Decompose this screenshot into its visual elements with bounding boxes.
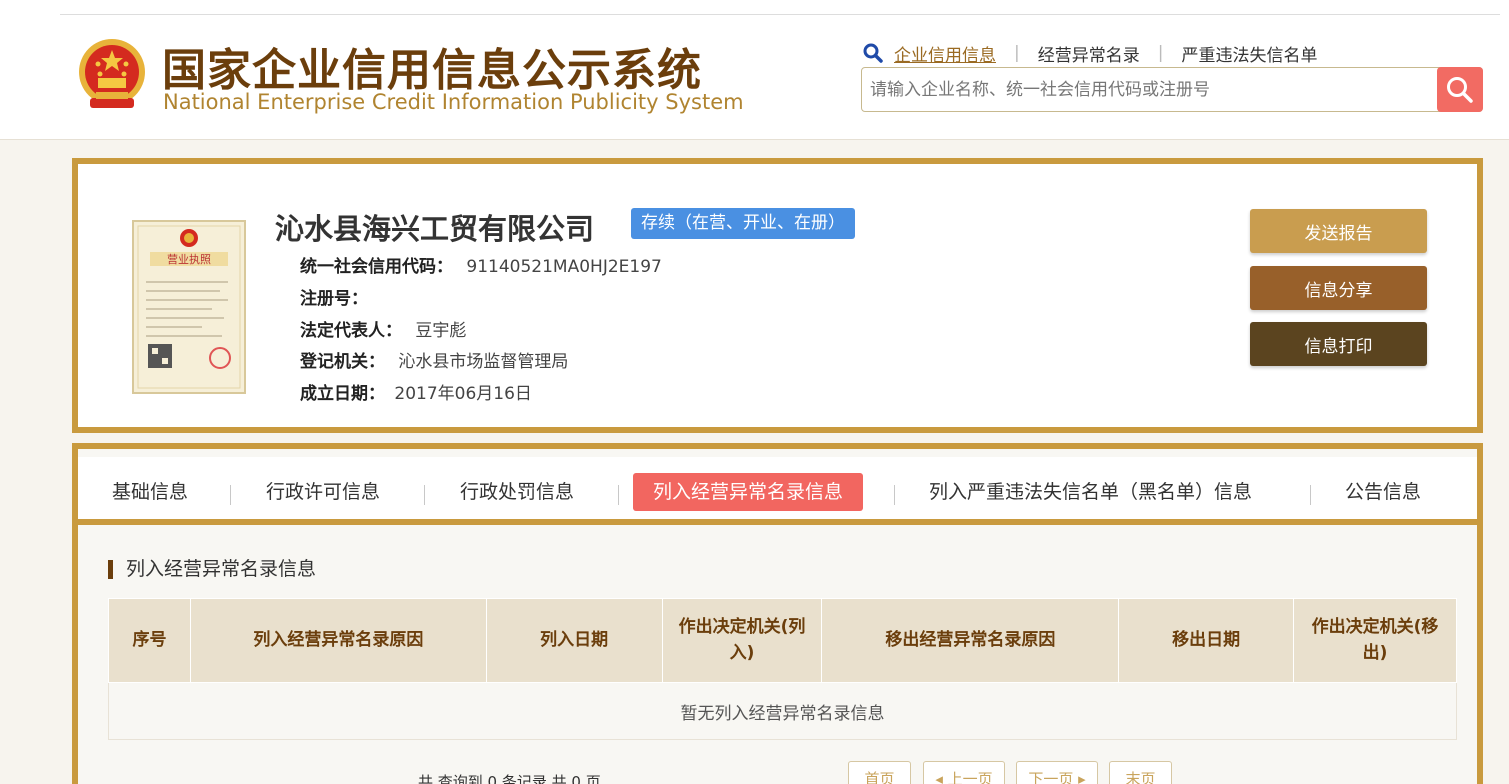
last-page-button[interactable]: 末页: [1109, 761, 1172, 784]
top-divider: [60, 14, 1500, 15]
site-title-cn: 国家企业信用信息公示系统: [162, 45, 702, 96]
nav-separator: |: [1157, 43, 1164, 63]
next-page-button[interactable]: 下一页 ▸: [1016, 761, 1098, 784]
field-value: 豆宇彪: [415, 321, 467, 341]
field-value: 91140521MA0HJ2E197: [466, 257, 662, 277]
info-row-credit-code: 统一社会信用代码： 91140521MA0HJ2E197: [300, 252, 662, 277]
print-info-button[interactable]: 信息打印: [1250, 322, 1427, 366]
nav-separator: |: [1014, 43, 1020, 63]
search-button[interactable]: [1437, 67, 1483, 112]
tab-bar: 基础信息 行政许可信息 行政处罚信息 列入经营异常名录信息 列入严重违法失信名单…: [78, 457, 1477, 525]
search-icon: [863, 43, 883, 63]
search-input[interactable]: [870, 76, 1430, 104]
tab-blacklist[interactable]: 列入严重违法失信名单（黑名单）信息: [929, 473, 1252, 511]
column-header: 作出决定机关(移出): [1293, 598, 1457, 683]
table-row: 暂无列入经营异常名录信息: [108, 682, 1457, 740]
column-header: 序号: [108, 598, 191, 683]
search-box: [861, 67, 1483, 112]
tab-separator: [424, 485, 425, 505]
column-header: 列入日期: [485, 598, 663, 683]
tab-separator: [894, 485, 895, 505]
field-label: 登记机关：: [300, 352, 385, 372]
status-badge: 存续（在营、开业、在册）: [631, 208, 855, 239]
nav-link-abnormal-list[interactable]: 经营异常名录: [1038, 41, 1140, 66]
first-page-button[interactable]: 首页: [848, 761, 911, 784]
tab-basic-info[interactable]: 基础信息: [112, 473, 188, 511]
abnormal-list-table: 序号 列入经营异常名录原因 列入日期 作出决定机关(列入) 移出经营异常名录原因…: [108, 598, 1457, 740]
business-license-icon: 营业执照: [132, 220, 246, 394]
tab-separator: [618, 485, 619, 505]
header-nav: 企业信用信息 | 经营异常名录 | 严重违法失信名单: [862, 40, 1317, 66]
field-label: 成立日期：: [300, 384, 385, 404]
field-label: 法定代表人：: [300, 321, 402, 341]
send-report-button[interactable]: 发送报告: [1250, 209, 1427, 253]
field-label: 注册号：: [300, 289, 368, 309]
field-value: 沁水县市场监督管理局: [398, 352, 569, 372]
info-row-legal-rep: 法定代表人： 豆宇彪: [300, 316, 466, 341]
company-card: 营业执照 沁水县海兴工贸有限公司 存续（在营、开业、在册） 统一社会信用代码： …: [72, 158, 1483, 433]
tab-separator: [1310, 485, 1311, 505]
prev-page-button[interactable]: ◂ 上一页: [923, 761, 1005, 784]
field-label: 统一社会信用代码：: [300, 257, 453, 277]
section-title: 列入经营异常名录信息: [108, 560, 316, 579]
field-value: 2017年06月16日: [394, 384, 532, 404]
nav-link-enterprise-credit[interactable]: 企业信用信息: [894, 41, 996, 66]
site-title-en: National Enterprise Credit Information P…: [163, 90, 744, 114]
column-header: 移出日期: [1118, 598, 1295, 683]
info-row-reg-no: 注册号：: [300, 284, 368, 309]
column-header: 作出决定机关(列入): [661, 598, 823, 683]
tab-admin-penalty[interactable]: 行政处罚信息: [460, 473, 574, 511]
table-header-row: 序号 列入经营异常名录原因 列入日期 作出决定机关(列入) 移出经营异常名录原因…: [108, 598, 1457, 683]
site-header: 国家企业信用信息公示系统 National Enterprise Credit …: [0, 0, 1509, 140]
search-icon: [1447, 76, 1473, 103]
info-row-authority: 登记机关： 沁水县市场监督管理局: [300, 347, 568, 372]
pagination-summary: 共 查询到 0 条记录 共 0 页: [418, 773, 601, 784]
national-emblem-icon: [79, 39, 145, 108]
tab-abnormal-list[interactable]: 列入经营异常名录信息: [633, 473, 864, 511]
license-title: 营业执照: [167, 252, 211, 266]
nav-link-blacklist[interactable]: 严重违法失信名单: [1181, 41, 1317, 66]
company-name: 沁水县海兴工贸有限公司: [275, 212, 595, 246]
share-info-button[interactable]: 信息分享: [1250, 266, 1427, 310]
column-header: 移出经营异常名录原因: [821, 598, 1120, 683]
empty-message: 暂无列入经营异常名录信息: [108, 682, 1457, 740]
info-row-established: 成立日期： 2017年06月16日: [300, 379, 532, 404]
tab-announcements[interactable]: 公告信息: [1345, 473, 1421, 511]
tab-admin-license[interactable]: 行政许可信息: [266, 473, 380, 511]
column-header: 列入经营异常名录原因: [189, 598, 487, 683]
detail-panel: 基础信息 行政许可信息 行政处罚信息 列入经营异常名录信息 列入严重违法失信名单…: [72, 443, 1483, 784]
tab-separator: [230, 485, 231, 505]
